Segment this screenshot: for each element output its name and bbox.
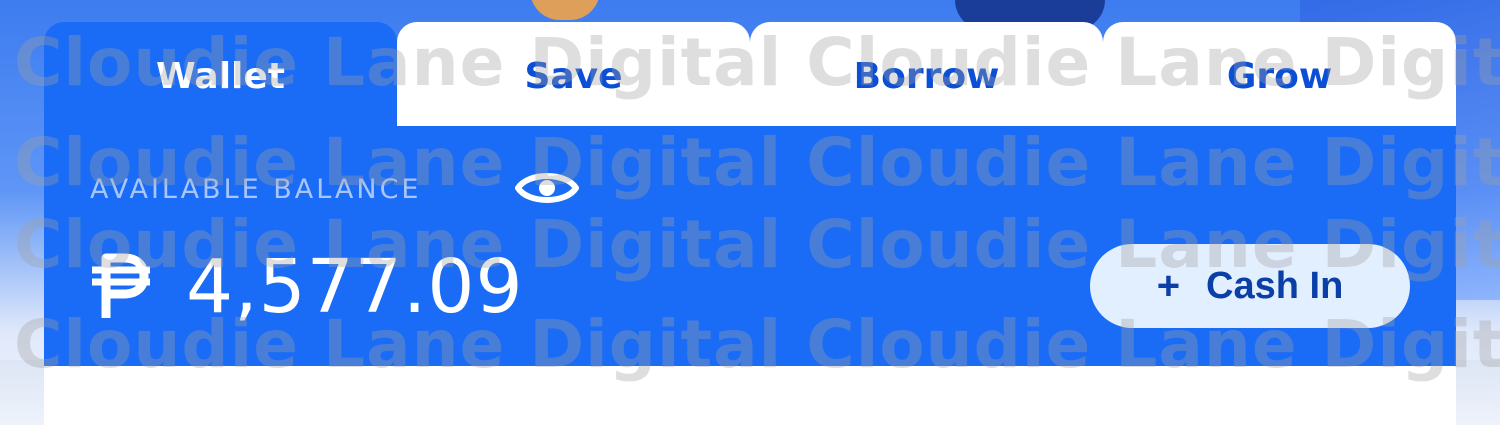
- wallet-card: Wallet Save Borrow Grow AVAILABLE BALANC…: [44, 22, 1456, 425]
- tab-label: Wallet: [155, 55, 286, 97]
- balance-amount: 4,577.09: [186, 244, 524, 330]
- tab-label: Grow: [1226, 55, 1333, 97]
- eye-icon[interactable]: [514, 166, 580, 210]
- tab-label: Save: [524, 55, 623, 97]
- content-area: [44, 366, 1456, 425]
- peso-sign-icon: [92, 253, 150, 318]
- tab-label: Borrow: [853, 55, 1000, 97]
- cash-in-label: Cash In: [1206, 264, 1344, 307]
- balance-panel: AVAILABLE BALANCE 4,577.09 + Cash In: [44, 126, 1456, 366]
- tab-grow[interactable]: Grow: [1103, 22, 1456, 126]
- tab-wallet[interactable]: Wallet: [44, 22, 397, 126]
- tab-borrow[interactable]: Borrow: [750, 22, 1103, 126]
- background-art-shape: [530, 0, 600, 20]
- tab-bar: Wallet Save Borrow Grow: [44, 22, 1456, 126]
- tab-save[interactable]: Save: [397, 22, 750, 126]
- balance-amount-row: 4,577.09: [90, 244, 524, 330]
- plus-icon: +: [1156, 263, 1181, 308]
- cash-in-button[interactable]: + Cash In: [1090, 244, 1410, 328]
- available-balance-label: AVAILABLE BALANCE: [90, 174, 422, 205]
